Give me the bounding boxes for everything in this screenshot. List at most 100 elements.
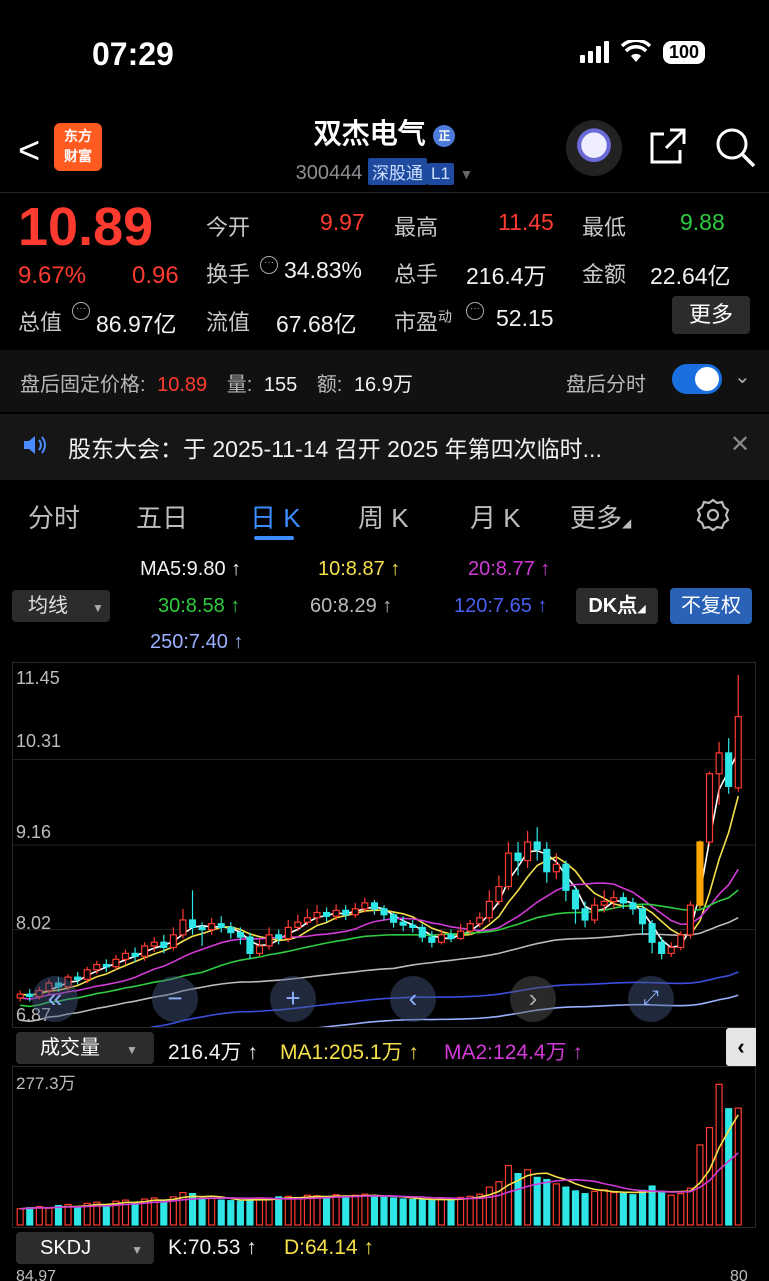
- afterhours-toggle[interactable]: [672, 364, 722, 394]
- zoom-in-icon[interactable]: +: [270, 976, 316, 1022]
- fullscreen-icon[interactable]: ⤢: [628, 976, 674, 1022]
- gear-icon[interactable]: [696, 498, 730, 532]
- candle-body: [93, 963, 101, 971]
- candle-body: [313, 911, 321, 919]
- notice-text[interactable]: 股东大会：于 2025-11-14 召开 2025 年第四次临时...: [68, 430, 602, 464]
- volume-bar: [658, 1191, 666, 1226]
- candle-body: [418, 926, 426, 938]
- float-value: 67.68亿: [276, 311, 357, 337]
- candle-body: [370, 902, 378, 910]
- collapse-icon[interactable]: ‹: [726, 1028, 756, 1066]
- volume-bar: [284, 1195, 292, 1226]
- candle-body: [485, 900, 493, 919]
- candle-body: [275, 934, 283, 940]
- tab-weekly-k[interactable]: 周 K: [358, 498, 409, 535]
- tab-underline: [254, 536, 294, 540]
- candle-body: [629, 902, 637, 910]
- candle-body: [284, 926, 292, 940]
- info-icon[interactable]: ···: [72, 302, 90, 320]
- candle-body: [447, 934, 455, 940]
- no-adjust-button[interactable]: 不复权: [670, 588, 752, 624]
- candle-body: [322, 911, 331, 917]
- volume-bar: [667, 1194, 675, 1226]
- skdj-right-tick: 80: [730, 1268, 748, 1281]
- pe-label: 市盈动: [394, 308, 453, 335]
- vol-ma2-legend: MA2:124.4万 ↑: [444, 1041, 583, 1064]
- volume-bar: [361, 1193, 369, 1226]
- tab-intraday[interactable]: 分时: [28, 498, 80, 535]
- candle-body: [74, 976, 82, 980]
- close-icon[interactable]: ✕: [730, 430, 750, 459]
- share-icon[interactable]: [648, 126, 688, 166]
- skdj-select[interactable]: SKDJ ▼: [16, 1232, 154, 1264]
- volume-chart[interactable]: [12, 1066, 756, 1228]
- status-icons: 100: [579, 40, 705, 64]
- volume-bar: [504, 1164, 513, 1226]
- amount-value: 22.64亿: [650, 263, 731, 289]
- stock-name: 双杰电气: [313, 118, 426, 149]
- zoom-out-icon[interactable]: −: [152, 976, 198, 1022]
- candle-body: [600, 900, 608, 906]
- kline-chart[interactable]: [12, 662, 756, 1075]
- skdj-d: D:64.14 ↑: [284, 1236, 374, 1259]
- battery-icon: 100: [662, 40, 705, 64]
- ma20-legend: 20:8.77 ↑: [468, 558, 551, 580]
- volume-legend: 216.4万 ↑: [168, 1041, 258, 1064]
- info-icon[interactable]: ···: [466, 302, 484, 320]
- volume-bar: [428, 1200, 436, 1226]
- volume-svg: [16, 1083, 742, 1226]
- candle-body: [141, 945, 149, 957]
- tab-daily-k[interactable]: 日 K: [250, 498, 301, 535]
- volume-bar: [437, 1197, 446, 1226]
- volume-bar: [275, 1196, 283, 1226]
- rewind-icon[interactable]: «: [32, 976, 78, 1022]
- candle-body: [619, 897, 627, 904]
- candle-body: [160, 941, 168, 949]
- ma10-legend: 10:8.87 ↑: [318, 558, 401, 580]
- volume-bar: [495, 1181, 503, 1226]
- candle-body: [342, 909, 350, 916]
- volume-bar: [294, 1197, 302, 1226]
- ma-select[interactable]: 均线 ▼: [12, 590, 110, 622]
- search-icon[interactable]: [714, 126, 756, 168]
- info-icon[interactable]: ···: [260, 256, 278, 274]
- volume-bar: [74, 1206, 82, 1226]
- candle-body: [102, 963, 110, 968]
- volume-bar: [265, 1198, 273, 1226]
- candle-body: [227, 926, 235, 934]
- divider: [0, 192, 769, 193]
- candle-body: [112, 958, 120, 968]
- turnover-value: 34.83%: [284, 257, 363, 283]
- volume-bar: [543, 1178, 551, 1226]
- candle-body: [380, 908, 388, 916]
- prev-icon[interactable]: ‹: [390, 976, 436, 1022]
- candle-body: [734, 715, 742, 789]
- volume-bar: [255, 1197, 264, 1226]
- low-value: 9.88: [680, 209, 725, 235]
- candle-body: [476, 917, 484, 925]
- tab-monthly-k[interactable]: 月 K: [470, 498, 521, 535]
- ma10-line: [20, 795, 740, 997]
- ma60-legend: 60:8.29 ↑: [310, 595, 393, 617]
- candle-body: [581, 908, 589, 921]
- candle-body: [591, 904, 599, 921]
- candle-body: [246, 936, 254, 954]
- volume-bar: [409, 1198, 417, 1226]
- tab-more[interactable]: 更多◢: [570, 498, 631, 535]
- volume-bar: [313, 1195, 321, 1226]
- volume-bar: [705, 1127, 714, 1226]
- tab-five-day[interactable]: 五日: [136, 498, 188, 535]
- more-button[interactable]: 更多: [672, 296, 750, 334]
- ma120-legend: 120:7.65 ↑: [454, 595, 548, 617]
- volume-bar: [160, 1200, 168, 1226]
- candle-body: [188, 919, 197, 929]
- assistant-avatar-icon[interactable]: [566, 120, 622, 176]
- chevron-down-icon[interactable]: ⌄: [734, 364, 751, 389]
- dk-button[interactable]: DK点◢: [576, 588, 658, 624]
- candle-body: [504, 852, 513, 888]
- volume-bar: [54, 1204, 63, 1226]
- candle-body: [457, 930, 465, 940]
- volume-bar: [198, 1198, 206, 1226]
- volume-select[interactable]: 成交量 ▼: [16, 1032, 154, 1064]
- next-icon[interactable]: ›: [510, 976, 556, 1022]
